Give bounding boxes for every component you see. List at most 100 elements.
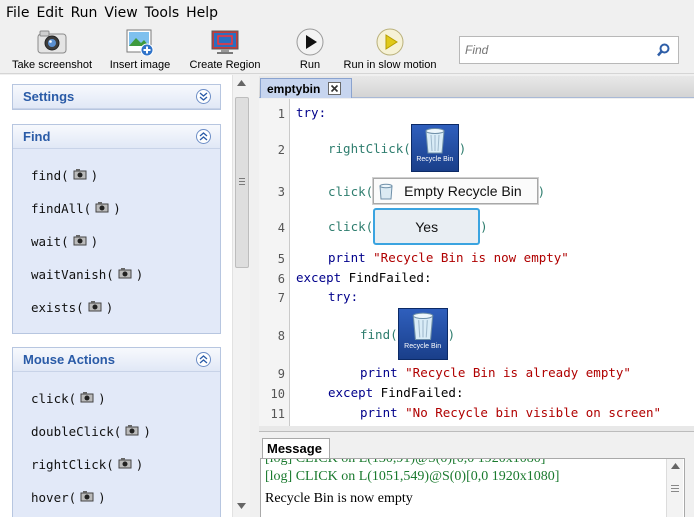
settings-header[interactable]: Settings — [13, 85, 220, 109]
line-number-gutter: 1 2 3 4 5 6 7 8 9 10 11 — [259, 99, 290, 426]
menu-help[interactable]: Help — [184, 5, 223, 21]
cmd-label: find( — [31, 168, 69, 183]
mouse-actions-header[interactable]: Mouse Actions — [13, 348, 220, 372]
menu-tools[interactable]: Tools — [143, 5, 185, 21]
find-section: Find find() findAll() wait() waitVanish(… — [12, 124, 221, 334]
chevron-up-icon[interactable] — [196, 352, 211, 367]
line-number: 5 — [277, 252, 285, 266]
command-list: Settings Find find() findAll() wait() wa… — [0, 75, 232, 517]
search-input[interactable] — [460, 37, 640, 63]
run-label: Run — [299, 59, 321, 71]
cmd-rightclick[interactable]: rightClick() — [31, 457, 143, 472]
code-paren: ) — [480, 219, 488, 234]
scroll-down-icon[interactable] — [237, 503, 246, 509]
take-screenshot-button[interactable]: Take screenshot — [10, 26, 94, 74]
code-paren: ) — [447, 326, 456, 342]
cmd-doubleclick[interactable]: doubleClick() — [31, 424, 151, 439]
code-line-6: except FindFailed: — [296, 270, 431, 285]
cmd-label: doubleClick( — [31, 424, 122, 439]
recycle-bin-icon — [379, 183, 393, 200]
line-number: 3 — [277, 185, 285, 199]
cmd-label: hover( — [31, 490, 77, 505]
create-region-label: Create Region — [189, 59, 261, 71]
chevron-down-icon[interactable] — [196, 89, 211, 104]
menu-edit[interactable]: Edit — [34, 5, 68, 21]
scroll-up-icon[interactable] — [237, 80, 246, 86]
empty-recycle-bin-text: Empty Recycle Bin — [404, 183, 522, 199]
create-region-button[interactable]: Create Region — [188, 26, 262, 74]
mouse-actions-title: Mouse Actions — [23, 352, 115, 367]
cmd-label: exists( — [31, 300, 84, 315]
close-icon[interactable] — [328, 82, 342, 95]
menu-file[interactable]: File — [4, 5, 34, 21]
message-log[interactable]: [log] CLICK on L(130,91)@S(0)[0,0 1920x1… — [260, 458, 685, 517]
menu-bar: File Edit Run View Tools Help — [0, 0, 694, 26]
camera-icon — [118, 267, 132, 282]
cmd-waitvanish[interactable]: waitVanish() — [31, 267, 143, 282]
find-header[interactable]: Find — [13, 125, 220, 149]
cmd-findall[interactable]: findAll() — [31, 201, 121, 216]
cmd-find[interactable]: find() — [31, 168, 98, 183]
code-keyword: print — [360, 405, 406, 420]
cmd-close-paren: ) — [105, 300, 114, 315]
menu-run[interactable]: Run — [69, 5, 103, 21]
empty-recycle-bin-pattern[interactable]: Empty Recycle Bin — [372, 177, 539, 205]
search-icon[interactable] — [657, 43, 670, 60]
code-string: "Recycle Bin is now empty" — [373, 250, 569, 265]
insert-image-button[interactable]: Insert image — [108, 26, 172, 74]
line-number: 2 — [277, 143, 285, 157]
code-line-10: except FindFailed: — [328, 385, 463, 400]
log-line: [log] CLICK on L(130,91)@S(0)[0,0 1920x1… — [265, 458, 546, 466]
code-editor[interactable]: 1 2 3 4 5 6 7 8 9 10 11 try: rightClick(… — [259, 99, 694, 426]
message-tab-title: Message — [267, 441, 322, 456]
camera-icon — [88, 300, 102, 315]
cmd-exists[interactable]: exists() — [31, 300, 113, 315]
cmd-close-paren: ) — [135, 457, 144, 472]
tab-emptybin[interactable]: emptybin — [260, 78, 352, 98]
cmd-close-paren: ) — [90, 234, 99, 249]
code-paren: ) — [458, 140, 467, 156]
play-icon — [294, 27, 326, 57]
recycle-bin-pattern[interactable]: Recycle Bin — [410, 124, 459, 172]
tab-title: emptybin — [267, 81, 321, 96]
camera-icon — [73, 168, 87, 183]
message-scrollbar[interactable] — [666, 459, 683, 517]
code-string: "Recycle Bin is already empty" — [405, 365, 631, 380]
cmd-click[interactable]: click() — [31, 391, 106, 406]
camera-icon — [125, 424, 139, 439]
cmd-close-paren: ) — [143, 424, 151, 439]
scrollbar-thumb[interactable] — [235, 97, 249, 268]
line-number: 10 — [270, 387, 285, 401]
recycle-bin-caption: Recycle Bin — [416, 156, 454, 163]
command-list-scrollbar[interactable] — [232, 75, 250, 517]
run-button[interactable]: Run — [292, 26, 328, 74]
run-slow-motion-button[interactable]: Run in slow motion — [342, 26, 438, 74]
scroll-up-icon[interactable] — [671, 463, 680, 469]
code-keyword: try: — [328, 289, 359, 304]
run-slow-motion-label: Run in slow motion — [343, 59, 437, 71]
editor-tab-bar: emptybin — [259, 76, 694, 98]
cmd-hover[interactable]: hover() — [31, 490, 106, 505]
menu-view[interactable]: View — [102, 5, 142, 21]
camera-icon — [80, 490, 94, 505]
code-line-3: click( Empty Recycle Bin ) — [328, 177, 545, 205]
code-function: click( — [328, 183, 374, 199]
code-keyword: print — [360, 365, 406, 380]
yes-button-pattern[interactable]: Yes — [373, 208, 481, 245]
settings-title: Settings — [23, 89, 75, 104]
chevron-up-icon[interactable] — [196, 129, 211, 144]
settings-section: Settings — [12, 84, 221, 110]
code-line-9: print "Recycle Bin is already empty" — [360, 365, 631, 380]
tab-message[interactable]: Message — [262, 438, 330, 458]
code-string: "No Recycle bin visible on screen" — [405, 405, 662, 420]
code-line-8: find( Recycle Bin ) — [360, 308, 455, 360]
code-function: click( — [328, 219, 374, 234]
insert-image-label: Insert image — [109, 59, 171, 71]
code-keyword: print — [328, 250, 374, 265]
recycle-bin-pattern[interactable]: Recycle Bin — [397, 308, 448, 360]
play-slow-icon — [374, 27, 406, 57]
line-number: 4 — [277, 221, 285, 235]
code-line-1: try: — [296, 105, 326, 120]
cmd-wait[interactable]: wait() — [31, 234, 98, 249]
scrollbar-grip — [671, 485, 679, 486]
